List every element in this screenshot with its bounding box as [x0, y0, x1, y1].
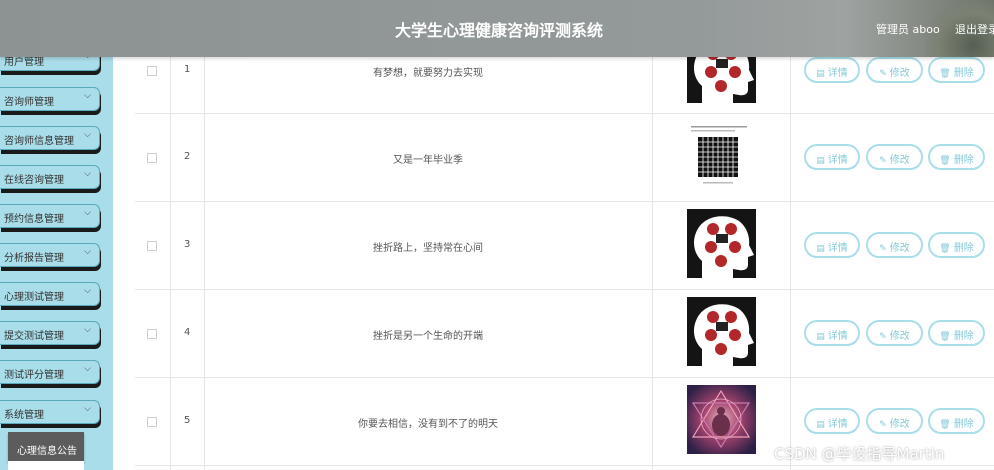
- trash-icon: 🗑: [939, 69, 951, 79]
- detail-button[interactable]: ▤ 详情: [804, 320, 860, 346]
- sidebar-item-test-scoring-management[interactable]: 测试评分管理 ⌵: [0, 360, 100, 384]
- pencil-icon: ✎: [879, 69, 887, 79]
- sidebar-item-counselor-management[interactable]: 咨询师管理 ⌵: [0, 87, 100, 111]
- document-icon: ▤: [816, 332, 825, 342]
- chevron-down-icon: ⌵: [84, 325, 91, 335]
- watermark: CSDN @毕设指导Martin: [774, 445, 945, 463]
- thumbnail-image: [687, 297, 756, 366]
- sidebar-item-label: 预约信息管理: [4, 214, 64, 225]
- detail-button[interactable]: ▤ 详情: [804, 57, 860, 83]
- chevron-down-icon: ⌵: [84, 364, 91, 374]
- delete-button[interactable]: 🗑 删除: [928, 232, 985, 258]
- sidebar-item-report-management[interactable]: 分析报告管理 ⌵: [0, 243, 100, 267]
- sidebar-item-submitted-test-management[interactable]: 提交测试管理 ⌵: [0, 321, 100, 345]
- edit-button[interactable]: ✎ 修改: [866, 232, 923, 258]
- chevron-down-icon: ⌵: [84, 286, 91, 296]
- edit-button[interactable]: ✎ 修改: [866, 144, 923, 170]
- row-index: 3: [184, 239, 191, 250]
- sidebar: 用户管理 ⌵ 咨询师管理 ⌵ 咨询师信息管理 ⌵ 在线咨询管理 ⌵ 预约信息管理 ⌵ 分析…: [0, 0, 113, 470]
- meditation-art-icon: [687, 385, 756, 454]
- row-checkbox[interactable]: [147, 66, 157, 76]
- document-icon: ▤: [816, 156, 825, 166]
- sidebar-item-label: 咨询师信息管理: [4, 136, 74, 147]
- row-checkbox[interactable]: [147, 329, 157, 339]
- header-bar: 大学生心理健康咨询评测系统 管理员 aboo 退出登录: [0, 0, 994, 57]
- trash-icon: 🗑: [939, 244, 951, 254]
- pencil-icon: ✎: [879, 244, 887, 254]
- table-row: 4 挫折是另一个生命的开端 ▤ 详情 ✎ 修改 🗑 删除: [135, 290, 994, 378]
- document-icon: ▤: [816, 244, 825, 254]
- row-checkbox[interactable]: [147, 241, 157, 251]
- admin-username: 管理员 aboo: [876, 23, 940, 36]
- sidebar-item-appointment-management[interactable]: 预约信息管理 ⌵: [0, 204, 100, 228]
- logout-link[interactable]: 退出登录: [955, 21, 994, 37]
- psych-test-head-icon: [687, 297, 756, 366]
- notice-button[interactable]: 心理信息公告: [8, 432, 84, 470]
- pencil-icon: ✎: [879, 420, 887, 430]
- edit-button[interactable]: ✎ 修改: [866, 320, 923, 346]
- sidebar-item-label: 咨询师管理: [4, 97, 54, 108]
- row-title: 有梦想，就要努力去实现: [373, 68, 483, 79]
- edit-button[interactable]: ✎ 修改: [866, 57, 923, 83]
- row-title: 挫折是另一个生命的开端: [373, 331, 483, 342]
- document-icon: ▤: [816, 69, 825, 79]
- trash-icon: 🗑: [939, 332, 951, 342]
- sidebar-item-label: 测试评分管理: [4, 370, 64, 381]
- row-title: 你要去相信，没有到不了的明天: [358, 419, 498, 430]
- sidebar-item-system-management[interactable]: 系统管理 ⌵: [0, 400, 100, 424]
- pencil-icon: ✎: [879, 332, 887, 342]
- row-checkbox[interactable]: [147, 153, 157, 163]
- edit-button[interactable]: ✎ 修改: [866, 408, 923, 434]
- row-index: 2: [184, 151, 191, 162]
- table-row: 3 挫折路上，坚持常在心间 ▤ 详情 ✎ 修改 🗑 删除: [135, 202, 994, 290]
- row-title: 挫折路上，坚持常在心间: [373, 243, 483, 254]
- sidebar-item-counselor-info-management[interactable]: 咨询师信息管理 ⌵: [0, 126, 100, 150]
- pencil-icon: ✎: [879, 156, 887, 166]
- data-table: 1 有梦想，就要努力去实现 ▤ 详情 ✎ 修改 🗑 删除 2 又是一年毕业季 ▤ 详情 …: [135, 26, 994, 470]
- row-title: 又是一年毕业季: [393, 155, 463, 166]
- thumbnail-image: [687, 123, 756, 192]
- row-index: 1: [184, 64, 191, 75]
- sidebar-item-online-consult-management[interactable]: 在线咨询管理 ⌵: [0, 165, 100, 189]
- sidebar-item-label: 系统管理: [4, 410, 44, 421]
- chevron-down-icon: ⌵: [84, 247, 91, 257]
- chevron-down-icon: ⌵: [84, 208, 91, 218]
- row-index: 4: [184, 327, 191, 338]
- chevron-down-icon: ⌵: [84, 130, 91, 140]
- sidebar-item-label: 用户管理: [4, 57, 44, 68]
- trash-icon: 🗑: [939, 156, 951, 166]
- delete-button[interactable]: 🗑 删除: [928, 57, 985, 83]
- trash-icon: 🗑: [939, 420, 951, 430]
- detail-button[interactable]: ▤ 详情: [804, 144, 860, 170]
- table-row: 2 又是一年毕业季 ▤ 详情 ✎ 修改 🗑 删除: [135, 114, 994, 202]
- sidebar-item-label: 在线咨询管理: [4, 175, 64, 186]
- sidebar-item-label: 提交测试管理: [4, 331, 64, 342]
- row-index: 5: [184, 415, 191, 426]
- thumbnail-image: [687, 385, 756, 454]
- sidebar-item-label: 分析报告管理: [4, 253, 64, 264]
- delete-button[interactable]: 🗑 删除: [928, 144, 985, 170]
- delete-button[interactable]: 🗑 删除: [928, 320, 985, 346]
- chevron-down-icon: ⌵: [84, 169, 91, 179]
- chevron-down-icon: ⌵: [84, 404, 91, 414]
- site-title: 大学生心理健康咨询评测系统: [395, 21, 604, 40]
- document-icon: ▤: [816, 420, 825, 430]
- detail-button[interactable]: ▤ 详情: [804, 408, 860, 434]
- delete-button[interactable]: 🗑 删除: [928, 408, 985, 434]
- grid-chart-icon: [687, 123, 756, 192]
- thumbnail-image: [687, 209, 756, 278]
- sidebar-item-label: 心理测试管理: [4, 292, 64, 303]
- chevron-down-icon: ⌵: [84, 91, 91, 101]
- notice-button-label: 心理信息公告: [17, 446, 77, 457]
- psych-test-head-icon: [687, 209, 756, 278]
- sidebar-item-psych-test-management[interactable]: 心理测试管理 ⌵: [0, 282, 100, 306]
- detail-button[interactable]: ▤ 详情: [804, 232, 860, 258]
- row-checkbox[interactable]: [147, 417, 157, 427]
